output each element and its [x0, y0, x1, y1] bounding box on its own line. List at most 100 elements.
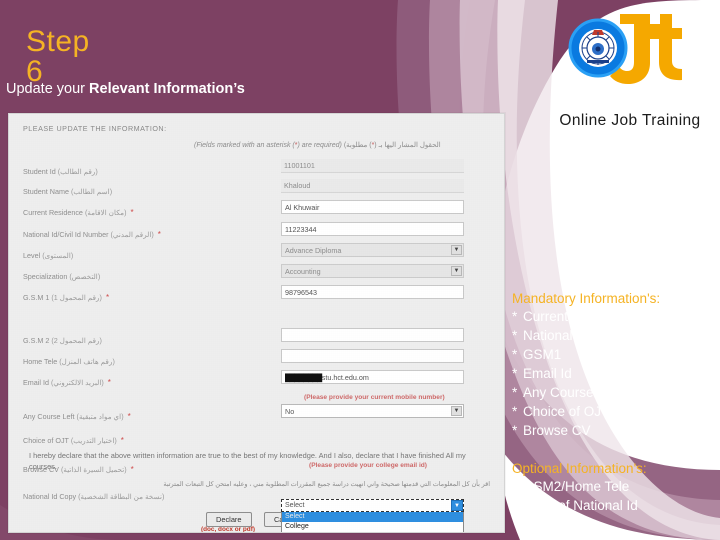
field-label: Student Id (رقم الطالب) [23, 167, 98, 176]
ojt-select-box[interactable]: Select ▼ [281, 499, 464, 512]
subtitle-strong: Relevant Information’s [89, 81, 245, 97]
mandatory-item-4: * Any Course Left [512, 383, 717, 402]
chevron-down-icon[interactable]: ▼ [451, 245, 462, 255]
field-label-ar: (اي مواد متبقية) [76, 412, 124, 421]
chevron-down-icon[interactable]: ▼ [451, 266, 462, 276]
logo: Online Job Training [540, 8, 715, 129]
cv-file-row[interactable]: Browse...No file selected. [281, 532, 380, 533]
field-label: Choice of OJT (اختيار التدريب) * [23, 436, 124, 445]
bullet-asterisk-icon: * [512, 347, 518, 362]
bullet-asterisk-icon: * [512, 366, 518, 381]
required-asterisk-icon: * [127, 412, 131, 421]
text-field[interactable]: 11223344 [281, 222, 464, 236]
mandatory-item-6: * Browse CV [512, 421, 717, 440]
page-title: Step 6 [26, 25, 90, 88]
field-label-ar: (رقم هاتف المنزل) [59, 357, 115, 366]
field-label: Level (المستوى) [23, 251, 73, 260]
field-label-ar: (رقم المحمول 2) [51, 336, 102, 345]
field-label-ar: (التخصص) [69, 272, 101, 281]
field-label: Student Name (اسم الطالب) [23, 187, 112, 196]
info-item-label: National Id/Civil Id [523, 328, 632, 343]
ojt-select-value: Select [285, 502, 305, 509]
field-label-en: Home Tele [23, 357, 60, 366]
field-label-en: National Id/Civil Id Number [23, 230, 111, 239]
optional-list: * GSM2/Home Tele * Copy of National Id [512, 477, 717, 515]
mandatory-item-3: * Email Id [512, 364, 717, 383]
field-label-ar: (رقم المحمول 1) [51, 293, 102, 302]
bullet-asterisk-icon: * [512, 385, 518, 400]
readonly-field[interactable]: 11001101 [281, 159, 464, 173]
select-field[interactable]: No ▼ [281, 404, 464, 418]
ojt-option[interactable]: College [282, 522, 463, 532]
ojt-choice-select[interactable]: Select ▼ SelectCollegeSelf [281, 499, 464, 532]
field-label: Any Course Left (اي مواد متبقية) * [23, 412, 131, 421]
select-value: Advance Diploma [285, 246, 342, 255]
email-masked-value: ████████ [285, 373, 322, 382]
required-asterisk-icon: * [120, 436, 124, 445]
field-label-en: National Id Copy [23, 492, 79, 501]
field-label-ar: (اختيار التدريب) [70, 436, 117, 445]
form-label-row: Email Id (البريد الالكتروني) * [23, 372, 111, 387]
field-label-en: Student Name [23, 187, 71, 196]
field-label: Email Id (البريد الالكتروني) * [23, 378, 111, 387]
declare-button[interactable]: Declare [206, 512, 252, 527]
field-label-en: Current Residence [23, 208, 85, 217]
gsm1-hint: (Please provide your current mobile numb… [304, 394, 445, 401]
field-label: G.S.M 1 (رقم المحمول 1) * [23, 293, 109, 302]
ojt-option[interactable]: Self [282, 531, 463, 532]
declaration-text-en: I hereby declare that the above written … [29, 451, 466, 471]
field-label-ar: (مكان الاقامة) [84, 208, 127, 217]
optional-item-1: * Copy of National Id [512, 496, 717, 515]
field-label-ar: (اسم الطالب) [70, 187, 113, 196]
info-item-label: Email Id [523, 366, 572, 381]
optional-heading: Optional Information's: [512, 461, 647, 476]
chevron-down-icon[interactable]: ▼ [451, 406, 462, 416]
select-value: No [285, 407, 295, 416]
field-label: National Id/Civil Id Number (الرقم المدن… [23, 230, 161, 239]
text-field[interactable]: ████████stu.hct.edu.om [281, 370, 464, 384]
form-label-row: Any Course Left (اي مواد متبقية) * [23, 406, 131, 421]
chevron-down-icon[interactable]: ▼ [451, 500, 463, 511]
field-label: National Id Copy (نسخة من البطاقة الشخصي… [23, 492, 164, 501]
form-label-row: Home Tele (رقم هاتف المنزل) [23, 351, 115, 366]
info-panel: Mandatory Information's: * Current Reside… [512, 290, 717, 515]
form-label-row: Student Name (اسم الطالب) [23, 181, 112, 196]
ojt-option[interactable]: Select [282, 512, 463, 522]
email-domain-value: stu.hct.edu.om [321, 373, 369, 382]
text-field[interactable]: 98796543 [281, 285, 464, 299]
field-label: G.S.M 2 (رقم المحمول 2) [23, 336, 102, 345]
select-field[interactable]: Accounting ▼ [281, 264, 464, 278]
select-value: Accounting [285, 267, 321, 276]
field-label: Specialization (التخصص) [23, 272, 100, 281]
info-item-label: Choice of OJT [523, 404, 610, 419]
field-label-en: Level [23, 251, 43, 260]
ojt-logo-icon [568, 14, 682, 84]
field-label: Current Residence (مكان الاقامة) * [23, 208, 134, 217]
field-label-en: G.S.M 1 [23, 293, 52, 302]
mandatory-item-0: * Current Residence [512, 307, 717, 326]
bullet-asterisk-icon: * [512, 479, 518, 494]
form-label-row: Current Residence (مكان الاقامة) * [23, 202, 134, 217]
field-label-ar: (المستوى) [42, 251, 74, 260]
form-label-row: Level (المستوى) [23, 245, 73, 260]
select-field[interactable]: Advance Diploma ▼ [281, 243, 464, 257]
cv-filetypes-tag: (doc, docx or pdf) [201, 526, 255, 533]
bullet-asterisk-icon: * [512, 309, 518, 324]
declaration-text-ar: اقر بأن كل المعلومات التي قدمتها صحيحة و… [163, 481, 490, 488]
optional-block: Optional Information's: * GSM2/Home Tele *… [512, 460, 717, 515]
field-label-en: Specialization [23, 272, 70, 281]
mandatory-item-2: * GSM1 [512, 345, 717, 364]
readonly-field[interactable]: Khaloud [281, 179, 464, 193]
browse-cv-button[interactable]: Browse... [281, 532, 324, 533]
form-label-row: Student Id (رقم الطالب) [23, 161, 98, 176]
embedded-form-screenshot[interactable]: PLEASE UPDATE THE INFORMATION: (Fields m… [8, 113, 505, 533]
form-label-row: National Id/Civil Id Number (الرقم المدن… [23, 224, 161, 239]
text-field[interactable] [281, 328, 464, 342]
form-label-row: G.S.M 2 (رقم المحمول 2) [23, 330, 102, 345]
field-label-ar: (رقم الطالب) [57, 167, 98, 176]
ojt-option-list[interactable]: SelectCollegeSelf [281, 512, 464, 532]
text-field[interactable] [281, 349, 464, 363]
required-note-en-open: (Fields marked with an asterisk ( [194, 142, 295, 149]
mandatory-item-1: * National Id/Civil Id [512, 326, 717, 345]
text-field[interactable]: Al Khuwair [281, 200, 464, 214]
